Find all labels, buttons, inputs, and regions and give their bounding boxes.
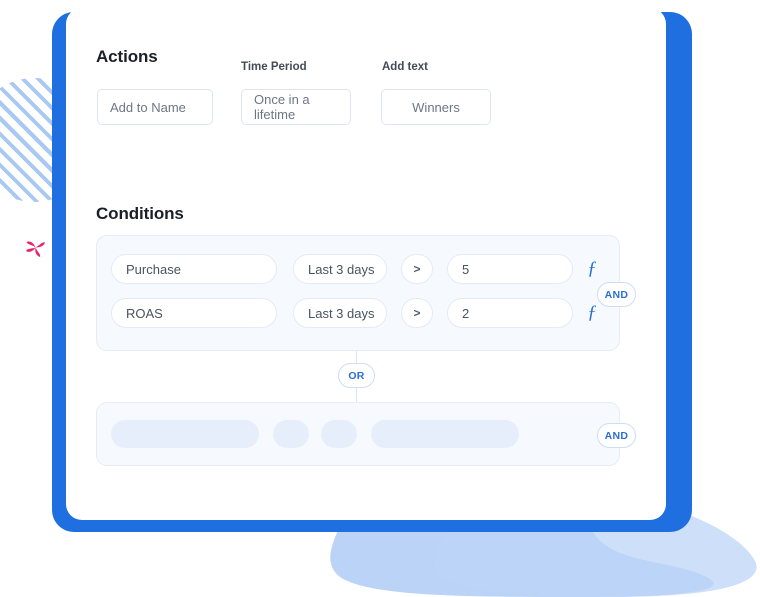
condition-group-1: Purchase Last 3 days > 5 ƒ ROAS Last 3 d… [96, 235, 620, 351]
action-name-input[interactable]: Add to Name [97, 89, 213, 125]
or-join-badge[interactable]: OR [338, 363, 375, 388]
conditions-section-title: Conditions [96, 204, 184, 223]
condition-value-input[interactable]: 5 [447, 254, 573, 284]
skeleton-placeholder [273, 420, 309, 448]
pinwheel-icon [26, 241, 45, 257]
time-period-label: Time Period [241, 61, 307, 73]
condition-row: ROAS Last 3 days > 2 ƒ [111, 298, 601, 328]
function-fx-icon[interactable]: ƒ [583, 258, 601, 280]
condition-metric-select[interactable]: ROAS [111, 298, 277, 328]
condition-operator-button[interactable]: > [401, 298, 433, 328]
screenshot-root: Actions Time Period Add text Add to Name… [0, 0, 760, 597]
action-add-text-input[interactable]: Winners [381, 89, 491, 125]
skeleton-placeholder [321, 420, 357, 448]
condition-row: Purchase Last 3 days > 5 ƒ [111, 254, 601, 284]
add-text-label: Add text [382, 61, 428, 73]
condition-operator-button[interactable]: > [401, 254, 433, 284]
function-fx-icon[interactable]: ƒ [583, 302, 601, 324]
and-join-badge-group-2[interactable]: AND [597, 423, 636, 448]
skeleton-placeholder [111, 420, 259, 448]
actions-section-title: Actions [96, 47, 158, 66]
condition-metric-select[interactable]: Purchase [111, 254, 277, 284]
condition-group-2 [96, 402, 620, 466]
condition-period-select[interactable]: Last 3 days [293, 254, 387, 284]
condition-value-input[interactable]: 2 [447, 298, 573, 328]
action-time-period-select[interactable]: Once in a lifetime [241, 89, 351, 125]
skeleton-placeholder-row [111, 420, 519, 448]
condition-period-select[interactable]: Last 3 days [293, 298, 387, 328]
skeleton-placeholder [371, 420, 519, 448]
and-join-badge-group-1[interactable]: AND [597, 282, 636, 307]
